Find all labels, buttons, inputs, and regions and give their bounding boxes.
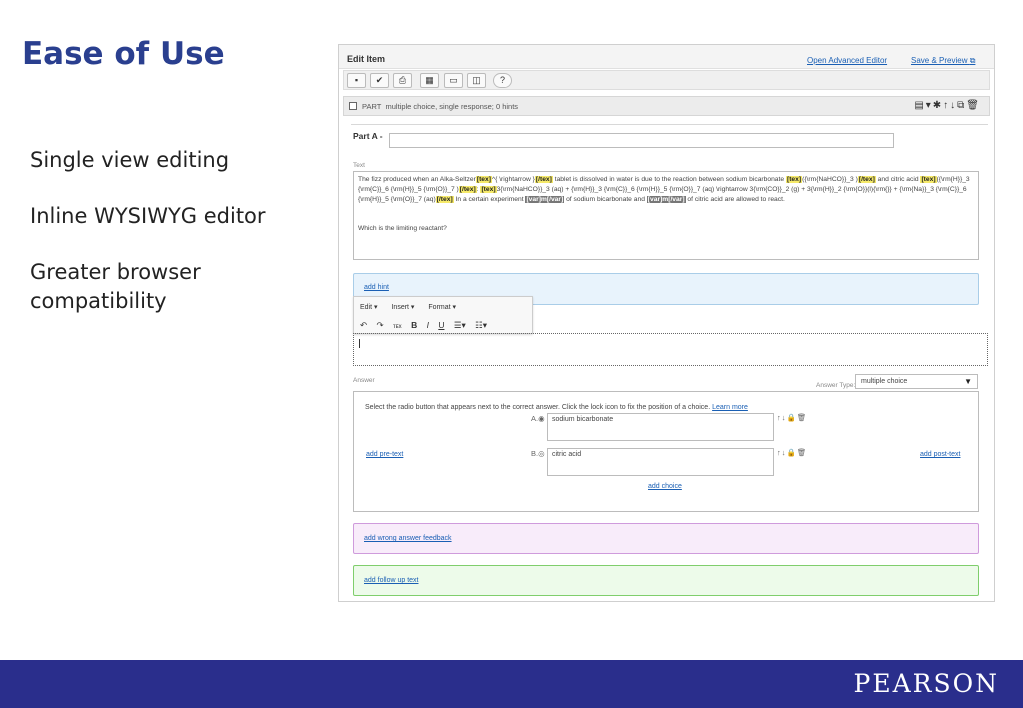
format-tools: ↶ ↷ ᴛᴇx B I U ☰▾ ☷▾ (360, 320, 494, 331)
bullet-wysiwyg: Inline WYSIWYG editor (30, 204, 266, 228)
bullet-single-view: Single view editing (30, 148, 230, 172)
answer-type-select[interactable]: multiple choice ▼ (855, 374, 978, 389)
add-pre-text-link[interactable]: add pre-text (366, 451, 403, 458)
print-icon[interactable]: ⎙ (393, 73, 412, 88)
panel-title: Edit Item (347, 54, 386, 64)
choice-a-actions[interactable]: ↑↓🔒🗑 (777, 413, 807, 422)
choice-b-radio[interactable]: B.◎ (531, 449, 545, 458)
slide-title: Ease of Use (22, 36, 225, 72)
question-text-editor[interactable]: The fizz produced when an Alka-Seltzer[t… (353, 171, 979, 260)
question-body: The fizz produced when an Alka-Seltzer[t… (358, 176, 970, 203)
check-icon[interactable]: ✔ (370, 73, 389, 88)
footer-bar: PEARSON (0, 660, 1023, 708)
follow-up-box: add follow up text (353, 565, 979, 596)
divider (351, 124, 988, 125)
bullet-list: Single view editing Inline WYSIWYG edito… (30, 146, 330, 343)
dropdown-arrow-icon: ▼ (964, 377, 972, 386)
add-wrong-answer-feedback-link[interactable]: add wrong answer feedback (364, 535, 452, 542)
menu-format[interactable]: Format ▾ (428, 304, 456, 311)
add-choice-link[interactable]: add choice (648, 483, 682, 490)
inline-edit-area[interactable] (353, 333, 988, 366)
numbered-list-icon[interactable]: ☷▾ (475, 320, 487, 330)
italic-icon[interactable]: I (427, 320, 429, 330)
panel-header: Edit Item Open Advanced Editor Save & Pr… (339, 45, 994, 69)
choice-b-input[interactable]: citric acid (547, 448, 774, 476)
answer-caption: Answer (353, 377, 375, 384)
help-icon[interactable]: ? (493, 73, 512, 88)
part-a-title-input[interactable] (389, 133, 894, 148)
image-icon[interactable]: ▭ (444, 73, 463, 88)
menu-edit[interactable]: Edit ▾ (360, 304, 378, 311)
wrong-answer-feedback-box: add wrong answer feedback (353, 523, 979, 554)
external-link-icon: ⧉ (969, 56, 976, 65)
save-preview-link[interactable]: Save & Preview ⧉ (911, 56, 975, 66)
bullet-list-icon[interactable]: ☰▾ (454, 320, 466, 330)
choice-a-radio[interactable]: A.◉ (531, 414, 545, 423)
learn-more-link[interactable]: Learn more (712, 404, 748, 411)
main-toolbar: ▪ ✔ ⎙ ▦ ▭ ◫ ? (343, 70, 990, 90)
grid-icon[interactable]: ▦ (420, 73, 439, 88)
answers-box: Select the radio button that appears nex… (353, 391, 979, 512)
part-actions-icons[interactable]: ▤▾✱↑↓⧉🗑 (914, 100, 981, 111)
answer-type-label: Answer Type: (816, 382, 856, 389)
brand-logo: PEARSON (853, 669, 999, 698)
open-advanced-editor-link[interactable]: Open Advanced Editor (807, 56, 887, 65)
part-bar: PART multiple choice, single response; 0… (343, 96, 990, 116)
add-hint-link[interactable]: add hint (364, 284, 389, 291)
save-icon[interactable]: ▪ (347, 73, 366, 88)
add-post-text-link[interactable]: add post-text (920, 451, 960, 458)
question-prompt: Which is the limiting reactant? (358, 225, 447, 232)
menu-insert[interactable]: Insert ▾ (391, 304, 414, 311)
text-caption: Text (353, 162, 365, 169)
text-caret (359, 339, 360, 348)
choice-b-actions[interactable]: ↑↓🔒🗑 (777, 448, 807, 457)
part-checkbox[interactable] (349, 102, 357, 110)
wysiwyg-toolbar: Edit ▾ Insert ▾ Format ▾ ↶ ↷ ᴛᴇx B I U ☰… (353, 296, 533, 334)
add-follow-up-text-link[interactable]: add follow up text (364, 577, 418, 584)
answer-instruction: Select the radio button that appears nex… (365, 404, 748, 411)
edit-item-panel: Edit Item Open Advanced Editor Save & Pr… (338, 44, 995, 602)
part-a-label: Part A - (353, 131, 383, 141)
choice-a-input[interactable]: sodium bicarbonate (547, 413, 774, 441)
tex-icon[interactable]: ᴛᴇx (393, 324, 402, 330)
underline-icon[interactable]: U (438, 320, 444, 330)
columns-icon[interactable]: ◫ (467, 73, 486, 88)
menu-bar: Edit ▾ Insert ▾ Format ▾ (360, 303, 468, 311)
part-summary: PART multiple choice, single response; 0… (362, 102, 519, 111)
bold-icon[interactable]: B (411, 320, 417, 330)
bullet-browser-compat: Greater browser compatibility (30, 260, 201, 313)
redo-icon[interactable]: ↷ (377, 320, 384, 330)
undo-icon[interactable]: ↶ (360, 320, 367, 330)
